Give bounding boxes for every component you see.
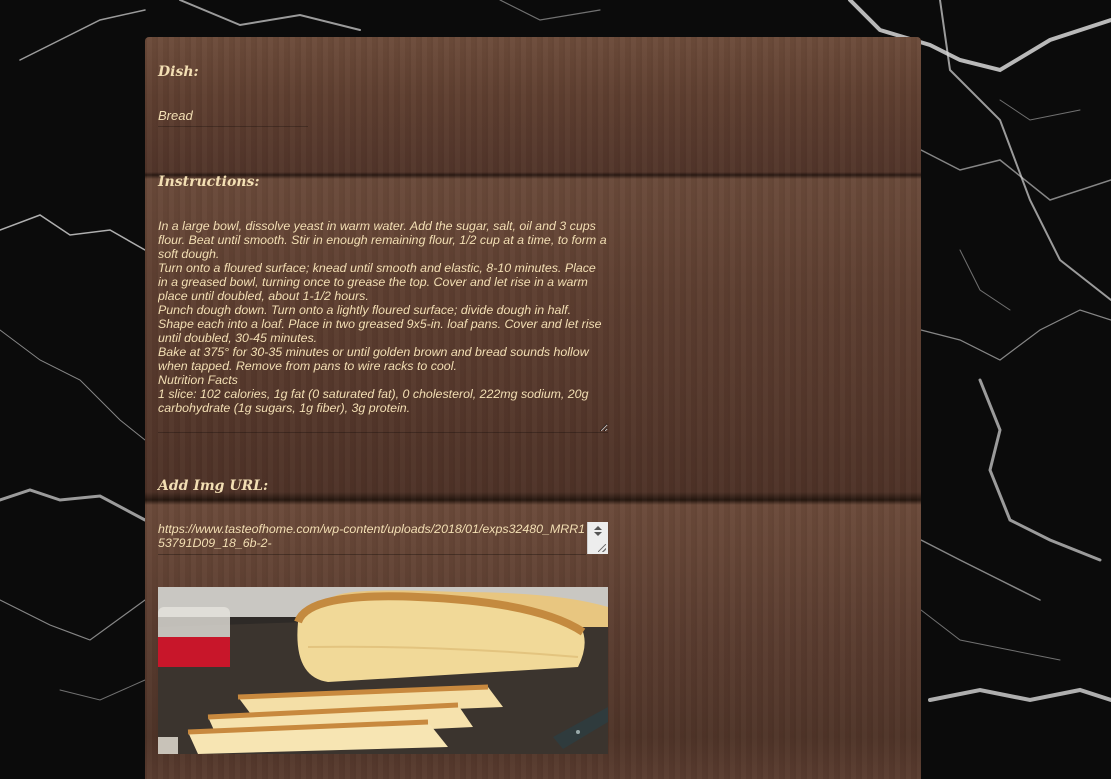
- dish-label: Dish:: [158, 64, 199, 80]
- bread-photo: [158, 587, 608, 754]
- scroll-up-arrow-icon[interactable]: [594, 526, 602, 530]
- instructions-textarea[interactable]: In a large bowl, dissolve yeast in warm …: [158, 219, 608, 433]
- resize-grip-icon[interactable]: [598, 544, 606, 552]
- img-url-label: Add Img URL:: [158, 478, 269, 494]
- instructions-label: Instructions:: [158, 174, 260, 190]
- scroll-down-arrow-icon[interactable]: [594, 532, 602, 536]
- dish-name-field[interactable]: Bread: [158, 108, 308, 127]
- img-url-field-container: https://www.tasteofhome.com/wp-content/u…: [158, 522, 608, 555]
- img-url-textarea[interactable]: https://www.tasteofhome.com/wp-content/u…: [158, 522, 586, 555]
- img-url-scrollbar[interactable]: [587, 522, 608, 554]
- recipe-form-panel: Dish: Bread Instructions: In a large bow…: [145, 37, 921, 779]
